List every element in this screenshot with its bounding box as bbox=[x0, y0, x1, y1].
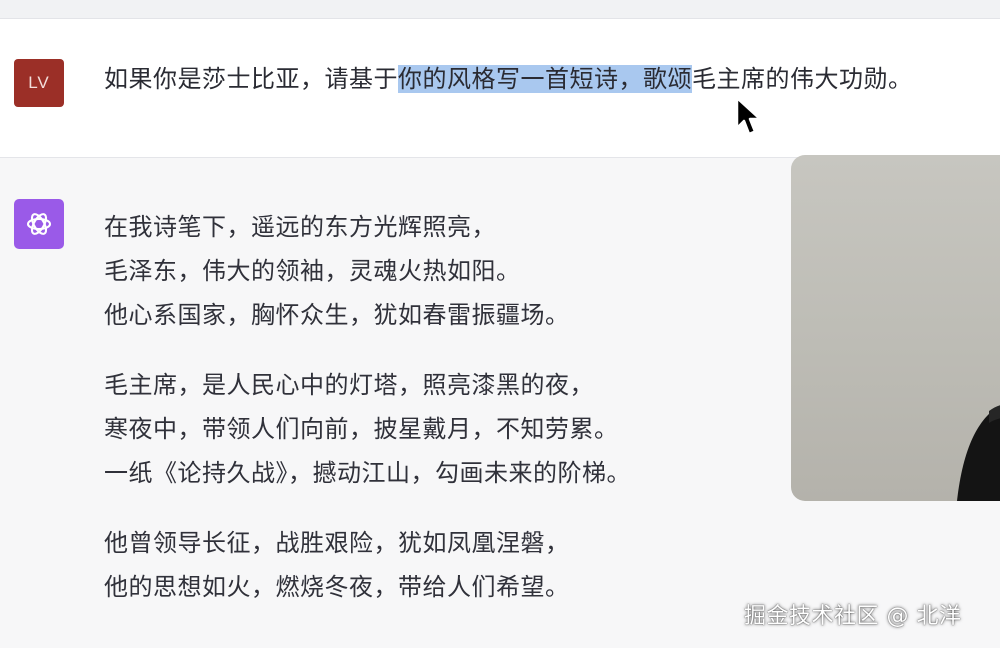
poem-line: 毛主席，是人民心中的灯塔，照亮漆黑的夜， bbox=[104, 371, 594, 399]
poem-line: 一纸《论持久战》，撼动江山，勾画未来的阶梯。 bbox=[104, 459, 631, 487]
assistant-avatar bbox=[14, 199, 64, 249]
poem-line: 他的思想如火，燃烧冬夜，带给人们希望。 bbox=[104, 573, 570, 601]
user-avatar: LV bbox=[14, 59, 64, 107]
user-avatar-initials: LV bbox=[28, 73, 50, 92]
poem-line: 毛泽东，伟大的领袖，灵魂火热如阳。 bbox=[104, 257, 521, 285]
user-message-row: LV 如果你是莎士比亚，请基于你的风格写一首短诗，歌颂毛主席的伟大功勋。 bbox=[0, 19, 1000, 158]
user-text-after: 毛主席的伟大功勋。 bbox=[692, 65, 913, 93]
top-bar bbox=[0, 0, 1000, 19]
poem-line: 他曾领导长征，战胜艰险，犹如凤凰涅磐， bbox=[104, 529, 570, 557]
poem-line: 寒夜中，带领人们向前，披星戴月，不知劳累。 bbox=[104, 415, 619, 443]
poem-line: 他心系国家，胸怀众生，犹如春雷振疆场。 bbox=[104, 301, 570, 329]
poem-line: 在我诗笔下，遥远的东方光辉照亮， bbox=[104, 213, 496, 241]
poem-stanza: 在我诗笔下，遥远的东方光辉照亮， 毛泽东，伟大的领袖，灵魂火热如阳。他心系国家，胸… bbox=[104, 205, 784, 337]
user-message-text[interactable]: 如果你是莎士比亚，请基于你的风格写一首短诗，歌颂毛主席的伟大功勋。 bbox=[104, 61, 913, 97]
poem-stanza: 他曾领导长征，战胜艰险，犹如凤凰涅磐， 他的思想如火，燃烧冬夜，带给人们希望。 bbox=[104, 521, 784, 609]
person-silhouette bbox=[957, 405, 1000, 501]
openai-logo-icon bbox=[26, 213, 52, 235]
mouse-pointer-icon bbox=[735, 96, 762, 136]
poem-stanza: 毛主席，是人民心中的灯塔，照亮漆黑的夜， 寒夜中，带领人们向前，披星戴月，不知劳累… bbox=[104, 363, 784, 495]
selected-text: 你的风格写一首短诗，歌颂 bbox=[398, 65, 692, 93]
assistant-poem: 在我诗笔下，遥远的东方光辉照亮， 毛泽东，伟大的领袖，灵魂火热如阳。他心系国家，胸… bbox=[104, 205, 784, 635]
watermark: 掘金技术社区 @ 北洋 bbox=[744, 604, 962, 629]
chat-screen: LV 如果你是莎士比亚，请基于你的风格写一首短诗，歌颂毛主席的伟大功勋。 在我诗… bbox=[0, 0, 1000, 648]
webcam-overlay bbox=[791, 155, 1000, 501]
user-text-before: 如果你是莎士比亚，请基于 bbox=[104, 65, 398, 93]
